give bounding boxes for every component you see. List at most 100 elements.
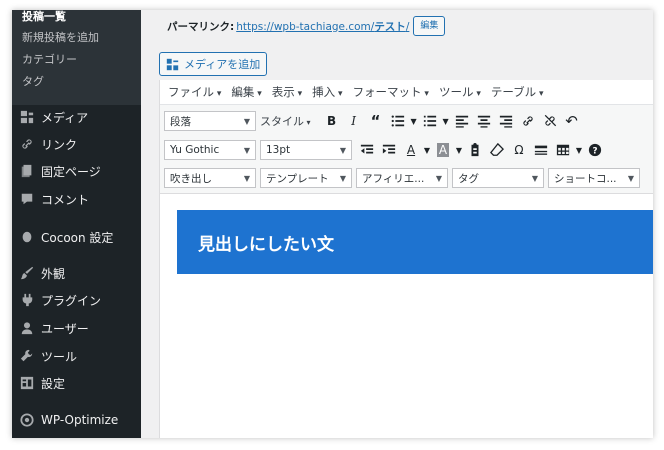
sidebar-item-label: リンク: [41, 137, 78, 152]
blockquote-icon[interactable]: “: [365, 110, 387, 132]
align-left-icon[interactable]: [451, 110, 473, 132]
bullet-list-icon[interactable]: [387, 110, 409, 132]
horizontal-line-icon[interactable]: [530, 139, 552, 161]
chevron-down-icon: ▼: [243, 173, 250, 183]
add-media-icon: [166, 58, 179, 70]
sidebar-item-tools[interactable]: ツール: [12, 343, 141, 369]
chevron-down-icon: ▼: [435, 173, 442, 183]
clear-formatting-icon[interactable]: [486, 139, 508, 161]
paste-as-text-icon[interactable]: [464, 139, 486, 161]
font-size-select[interactable]: 13pt ▼: [260, 140, 352, 160]
chevron-down-icon[interactable]: ▼: [422, 139, 432, 161]
toolbar-row-2: Yu Gothic ▼ 13pt ▼ A ▼ A ▼ Ω ▼ ?: [164, 139, 606, 161]
align-center-icon[interactable]: [473, 110, 495, 132]
background-color-icon[interactable]: A: [432, 139, 454, 161]
menu-tools[interactable]: ツール: [439, 84, 481, 100]
svg-text:?: ?: [592, 147, 597, 157]
sidebar-item-label: 外観: [41, 266, 66, 281]
submenu-item-all-posts[interactable]: 投稿一覧: [12, 10, 141, 27]
shortcode-select[interactable]: ショートコ... ▼: [548, 168, 640, 188]
balloon-select[interactable]: 吹き出し ▼: [164, 168, 256, 188]
template-select[interactable]: テンプレート ▼: [260, 168, 352, 188]
menu-insert[interactable]: 挿入: [312, 84, 342, 100]
undo-icon[interactable]: ↶: [561, 110, 583, 132]
tag-select[interactable]: タグ ▼: [452, 168, 544, 188]
sidebar-item-label: プラグイン: [41, 293, 102, 308]
text-color-icon[interactable]: A: [400, 139, 422, 161]
menu-edit[interactable]: 編集: [231, 84, 261, 100]
link-icon[interactable]: [517, 110, 539, 132]
tag-select-value: タグ: [458, 172, 479, 185]
toolbar-row-1: 段落 ▼ スタイル B I “ ▼ ▼ ↶: [164, 110, 583, 132]
menu-view[interactable]: 表示: [272, 84, 302, 100]
sidebar-item-comments[interactable]: コメント: [12, 186, 141, 212]
shortcode-select-value: ショートコ...: [554, 172, 617, 185]
content-heading[interactable]: 見出しにしたい文: [177, 210, 653, 274]
permalink-url-base: https://wpb-tachiage.com/: [236, 20, 375, 33]
chevron-down-icon: ▼: [531, 173, 538, 183]
editor-menubar: ファイル 編集 表示 挿入 フォーマット ツール テーブル: [160, 80, 653, 105]
format-select-value: 段落: [170, 115, 191, 128]
permalink-row: パーマリンク: https://wpb-tachiage.com/テスト/ 編集: [167, 16, 446, 36]
chevron-down-icon[interactable]: ▼: [441, 110, 451, 132]
sidebar-item-settings[interactable]: 設定: [12, 370, 141, 396]
align-right-icon[interactable]: [495, 110, 517, 132]
italic-icon[interactable]: I: [343, 110, 365, 132]
outdent-icon[interactable]: [356, 139, 378, 161]
submenu-item-add-new[interactable]: 新規投稿を追加: [12, 27, 141, 49]
background-color-glyph: A: [436, 143, 450, 157]
help-icon[interactable]: ?: [584, 139, 606, 161]
editor-content-area[interactable]: 見出しにしたい文: [160, 196, 653, 438]
permalink-url[interactable]: https://wpb-tachiage.com/テスト/: [236, 19, 409, 34]
toolbar-row-3: 吹き出し ▼ テンプレート ▼ アフィリエ... ▼ タグ ▼ ショートコ... ▼: [164, 167, 644, 189]
sidebar-item-label: ユーザー: [41, 321, 89, 336]
sidebar-item-plugins[interactable]: プラグイン: [12, 287, 141, 313]
sidebar-item-wp-optimize[interactable]: WP-Optimize: [12, 407, 141, 433]
balloon-select-value: 吹き出し: [170, 172, 212, 185]
menu-table[interactable]: テーブル: [491, 84, 544, 100]
sidebar-item-media[interactable]: メディア: [12, 104, 141, 130]
sidebar-item-cocoon-settings[interactable]: Cocoon 設定: [12, 224, 141, 250]
permalink-url-slug: テスト: [374, 20, 406, 33]
sidebar-item-label: 固定ページ: [41, 164, 101, 179]
table-icon[interactable]: [552, 139, 574, 161]
sidebar-item-pages[interactable]: 固定ページ: [12, 158, 141, 184]
sidebar-item-label: ツール: [41, 349, 78, 364]
permalink-url-tail: /: [405, 20, 410, 33]
appearance-icon: [19, 265, 35, 281]
plugin-icon: [19, 292, 35, 308]
chevron-down-icon: ▼: [627, 173, 634, 183]
sidebar-item-users[interactable]: ユーザー: [12, 315, 141, 341]
permalink-edit-button[interactable]: 編集: [413, 16, 446, 36]
settings-icon: [19, 375, 35, 391]
special-character-icon[interactable]: Ω: [508, 139, 530, 161]
chevron-down-icon: ▼: [243, 116, 250, 126]
format-select[interactable]: 段落 ▼: [164, 111, 256, 131]
bold-icon[interactable]: B: [321, 110, 343, 132]
sidebar-item-links[interactable]: リンク: [12, 131, 141, 157]
affiliate-select[interactable]: アフィリエ... ▼: [356, 168, 448, 188]
font-family-select[interactable]: Yu Gothic ▼: [164, 140, 256, 160]
menu-format[interactable]: フォーマット: [353, 84, 429, 100]
window-frame: 投稿一覧 新規投稿を追加 カテゴリー タグ メディア リンク 固定ページ コメン…: [12, 10, 653, 438]
add-media-button[interactable]: メディアを追加: [159, 52, 268, 76]
sidebar-item-label: 設定: [41, 376, 66, 391]
chevron-down-icon[interactable]: ▼: [454, 139, 464, 161]
indent-icon[interactable]: [378, 139, 400, 161]
submenu-item-categories[interactable]: カテゴリー: [12, 49, 141, 71]
submenu-item-tags[interactable]: タグ: [12, 71, 141, 93]
chevron-down-icon[interactable]: ▼: [409, 110, 419, 132]
chevron-down-icon: ▼: [243, 145, 250, 155]
sidebar-item-label: WP-Optimize: [41, 413, 119, 427]
menu-file[interactable]: ファイル: [168, 84, 221, 100]
tinymce-editor: ファイル 編集 表示 挿入 フォーマット ツール テーブル 段落 ▼ スタイル B…: [159, 80, 653, 438]
sidebar-item-label: メディア: [41, 110, 89, 125]
admin-sidebar: 投稿一覧 新規投稿を追加 カテゴリー タグ メディア リンク 固定ページ コメン…: [12, 10, 141, 438]
sidebar-item-appearance[interactable]: 外観: [12, 260, 141, 286]
style-dropdown[interactable]: スタイル: [260, 113, 311, 129]
main-content: パーマリンク: https://wpb-tachiage.com/テスト/ 編集…: [141, 10, 653, 438]
media-icon: [19, 109, 35, 125]
chevron-down-icon[interactable]: ▼: [574, 139, 584, 161]
numbered-list-icon[interactable]: [419, 110, 441, 132]
unlink-icon[interactable]: [539, 110, 561, 132]
